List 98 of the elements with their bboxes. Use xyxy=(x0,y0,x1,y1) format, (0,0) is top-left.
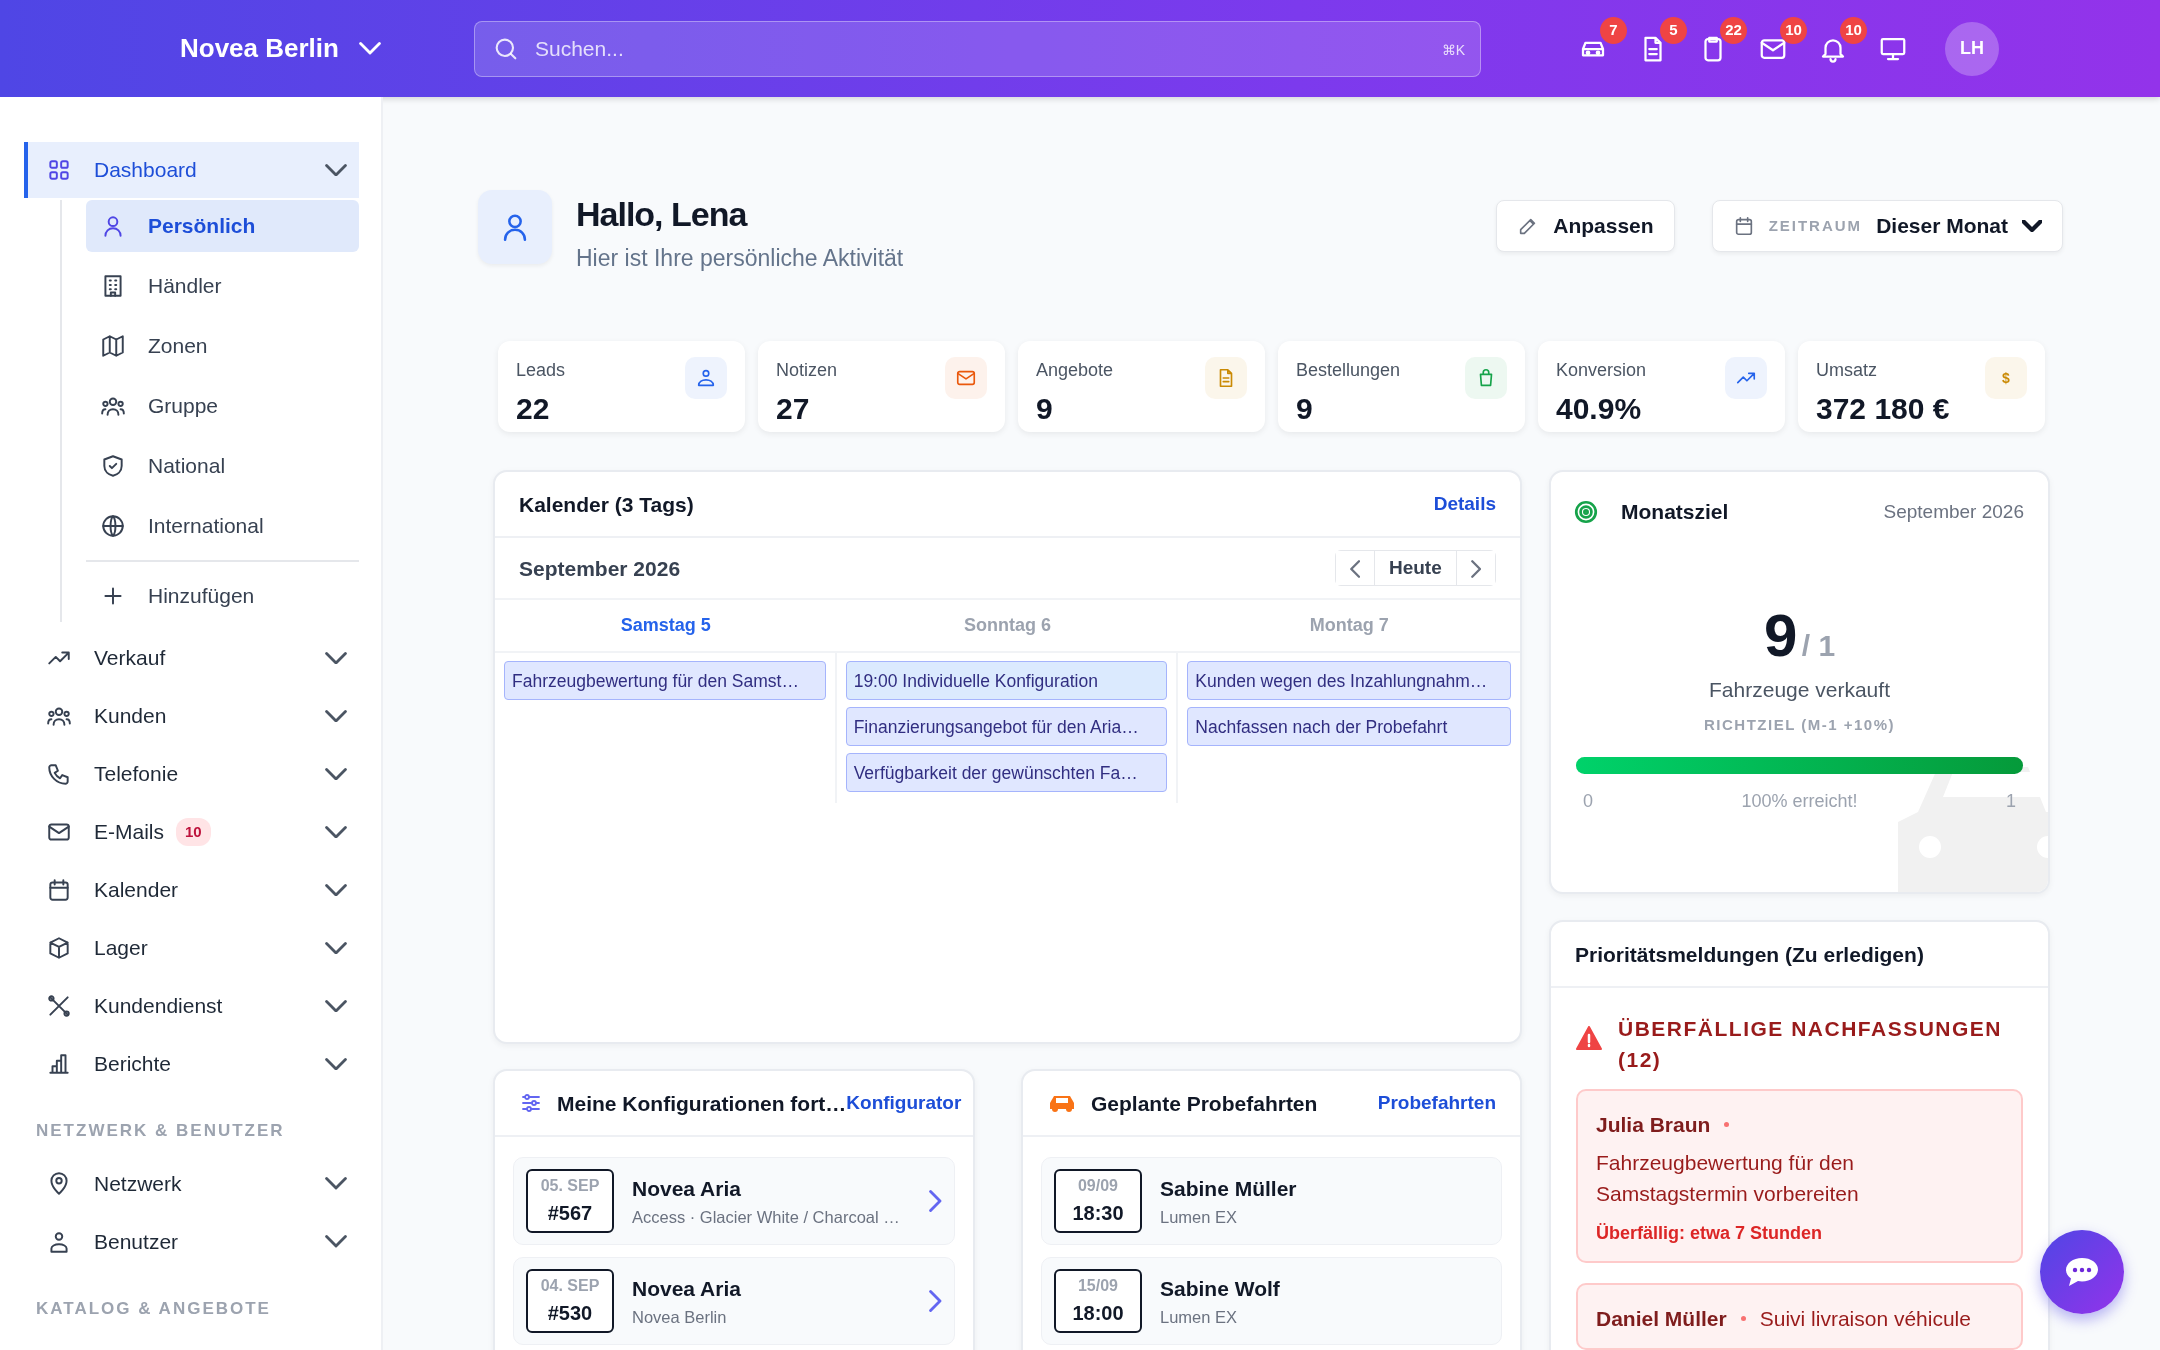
submenu-item[interactable]: International xyxy=(86,500,359,552)
stat-label: Umsatz xyxy=(1816,360,1877,381)
sidebar-item[interactable]: Netzwerk xyxy=(24,1155,359,1212)
stat-value: 9 xyxy=(1296,391,1314,428)
count-badge: 10 xyxy=(1840,16,1867,44)
calendar-event[interactable]: Verfügbarkeit der gewünschten Fa… xyxy=(845,753,1168,793)
day-header[interactable]: Samstag 5 xyxy=(495,600,837,654)
goal-target: / 1 xyxy=(1801,628,1836,662)
sidebar-item[interactable]: Verkauf xyxy=(24,630,359,686)
customer-name: Sabine Wolf xyxy=(1160,1276,1281,1303)
currency-symbol: $ xyxy=(2002,368,2010,388)
sidebar-item[interactable]: Lager xyxy=(24,920,359,976)
calendar-event[interactable]: Fahrzeugbewertung für den Samst… xyxy=(504,661,826,701)
configurator-link[interactable]: Konfigurator xyxy=(846,1089,962,1118)
count-badge: 22 xyxy=(1720,16,1747,44)
card-title: Kalender (3 Tags) xyxy=(519,491,694,518)
list-item[interactable]: 04. SEP #530 Novea Aria Novea Berlin xyxy=(513,1257,955,1346)
order-number: #567 xyxy=(547,1201,593,1227)
add-link[interactable]: Hinzufügen xyxy=(86,570,359,622)
time-label: 18:00 xyxy=(1072,1301,1124,1327)
section-heading: KATALOG & ANGEBOTE xyxy=(36,1297,272,1320)
sidebar-item[interactable]: E-Mails 10 xyxy=(24,804,359,860)
calendar-event[interactable]: 19:00 Individuelle Konfiguration xyxy=(845,661,1168,701)
item-title: Novea Aria xyxy=(632,1176,742,1203)
sidebar-item[interactable]: Kundendienst xyxy=(24,978,359,1034)
progress-reading: 100% erreicht! xyxy=(1741,790,1858,814)
stat-label: Angebote xyxy=(1036,360,1114,381)
sidebar-item[interactable]: Kunden xyxy=(24,688,359,744)
stat-value: 22 xyxy=(516,391,551,428)
page-subtitle: Hier ist Ihre persönliche Aktivität xyxy=(576,243,904,273)
list-item[interactable]: 15/09 18:00 Sabine Wolf Lumen EX xyxy=(1041,1257,1502,1346)
month-label: September 2026 xyxy=(519,555,681,582)
submenu-item[interactable]: Persönlich xyxy=(86,200,359,252)
calendar-event[interactable]: Finanzierungsangebot für den Aria… xyxy=(845,707,1168,747)
stat-value: 372 180 € xyxy=(1816,391,1950,428)
test-drives-link[interactable]: Probefahrten xyxy=(1377,1089,1496,1118)
card-title: Meine Konfigurationen fort… xyxy=(557,1090,847,1117)
due-label: Überfällig: etwa 7 Stunden xyxy=(1596,1222,1823,1243)
sidebar-item[interactable]: Kalender xyxy=(24,862,359,918)
sidebar-item[interactable]: Berichte xyxy=(24,1036,359,1092)
calendar-event[interactable]: Nachfassen nach der Probefahrt xyxy=(1187,707,1511,747)
time-label: 18:30 xyxy=(1072,1201,1124,1227)
card-title: Geplante Probefahrten xyxy=(1091,1090,1318,1117)
contact-name: Julia Braun xyxy=(1596,1112,1711,1139)
order-number: #530 xyxy=(547,1301,593,1327)
list-item[interactable]: 05. SEP #567 Novea Aria Access · Glacier White / Charcoal … xyxy=(513,1157,955,1246)
alert-card[interactable]: Julia Braun Fahrzeugbewertung für den Samstagstermin vorbereiten Überfällig: etwa 7 Stunden xyxy=(1576,1089,2023,1263)
date-label: 05. SEP xyxy=(540,1176,600,1197)
workspace-switcher[interactable]: Novea Berlin xyxy=(180,29,474,68)
stat-value: 27 xyxy=(776,391,811,428)
count-badge: 5 xyxy=(1660,16,1687,44)
scale-min: 0 xyxy=(1583,790,1593,814)
list-item[interactable]: 09/09 18:30 Sabine Müller Lumen EX xyxy=(1041,1157,1502,1246)
customer-name: Sabine Müller xyxy=(1160,1176,1298,1203)
user-avatar[interactable]: LH xyxy=(1945,21,1999,76)
stat-value: 9 xyxy=(1036,391,1054,428)
alert-card[interactable]: Daniel Müller Suivi livraison véhicule xyxy=(1576,1282,2023,1350)
card-title: Prioritätsmeldungen (Zu erledigen) xyxy=(1575,941,1924,968)
section-heading: NETZWERK & BENUTZER xyxy=(36,1120,286,1142)
period-select[interactable]: ZEITRAUM Dieser Monat xyxy=(1711,200,2063,252)
item-subtitle: Access · Glacier White / Charcoal … xyxy=(632,1206,901,1228)
stat-value: 40.9% xyxy=(1556,391,1643,428)
alert-text: Suivi livraison véhicule xyxy=(1759,1305,1971,1332)
details-link[interactable]: Details xyxy=(1433,490,1496,519)
sidebar-item[interactable]: Dashboard xyxy=(24,142,359,198)
scale-max: 1 xyxy=(2006,790,2016,814)
shortcut-hint: ⌘K xyxy=(1441,40,1465,60)
date-label: 15/09 xyxy=(1077,1276,1118,1297)
stat-label: Leads xyxy=(516,360,566,381)
stat-label: Konversion xyxy=(1556,360,1647,381)
vehicle-model: Lumen EX xyxy=(1160,1306,1239,1328)
date-label: 09/09 xyxy=(1077,1176,1118,1197)
item-subtitle: Novea Berlin xyxy=(632,1306,728,1328)
section-heading: ÜBERFÄLLIGE NACHFASSUNGEN (12) xyxy=(1618,1016,2003,1073)
goal-sublabel: RICHTZIEL (M-1 +10%) xyxy=(1704,716,1895,734)
goal-label: Fahrzeuge verkauft xyxy=(1709,677,1890,701)
page-title: Hallo, Lena xyxy=(576,194,749,235)
calendar-event[interactable]: Kunden wegen des Inzahlungnahm… xyxy=(1187,661,1511,701)
period-label: September 2026 xyxy=(1883,499,2024,524)
alert-text: Fahrzeugbewertung für den Samstagstermin vorbereiten xyxy=(1596,1149,1860,1208)
submenu-item[interactable]: Händler xyxy=(86,260,359,312)
stat-label: Notizen xyxy=(776,360,838,381)
submenu-item[interactable]: Zonen xyxy=(86,320,359,372)
vehicle-model: Lumen EX xyxy=(1160,1206,1239,1228)
customize-button[interactable]: Anpassen xyxy=(1496,200,1675,252)
count-badge: 10 xyxy=(1780,16,1807,44)
date-label: 04. SEP xyxy=(540,1276,600,1297)
submenu-item[interactable]: Gruppe xyxy=(86,380,359,432)
sidebar-item[interactable]: Telefonie xyxy=(24,746,359,802)
goal-value: 9 xyxy=(1763,601,1798,669)
submenu-item[interactable]: National xyxy=(86,440,359,492)
stat-label: Bestellungen xyxy=(1296,360,1401,381)
sidebar-item[interactable]: Benutzer xyxy=(24,1213,359,1270)
item-title: Novea Aria xyxy=(632,1276,742,1303)
count-badge: 10 xyxy=(176,817,211,847)
card-title: Monatsziel xyxy=(1621,499,1729,526)
contact-name: Daniel Müller xyxy=(1596,1305,1727,1332)
count-badge: 7 xyxy=(1600,16,1627,44)
